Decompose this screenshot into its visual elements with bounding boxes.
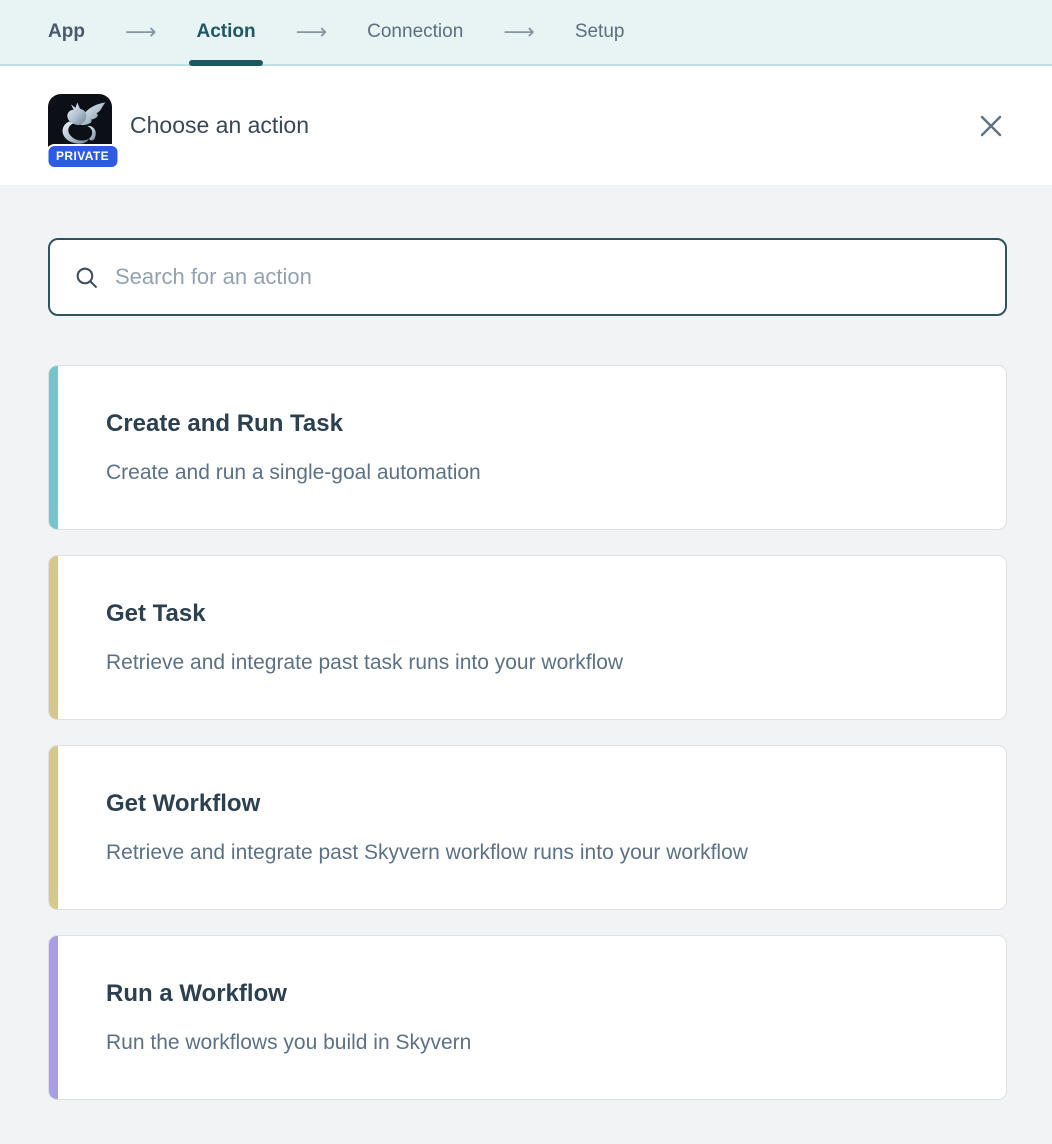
close-icon[interactable] [974, 109, 1008, 143]
breadcrumb-step-label: Setup [575, 21, 625, 43]
page-title: Choose an action [130, 112, 309, 139]
card-accent-stripe [49, 556, 58, 719]
action-list: Create and Run Task Create and run a sin… [48, 365, 1007, 1100]
private-badge: PRIVATE [46, 144, 119, 169]
action-description: Run the workflows you build in Skyvern [106, 1031, 986, 1055]
breadcrumb-step-connection[interactable]: Connection [367, 0, 463, 64]
action-title: Run a Workflow [106, 980, 986, 1008]
card-accent-stripe [49, 936, 58, 1099]
arrow-right-icon: ⟶ [503, 21, 535, 43]
card-accent-stripe [49, 746, 58, 909]
action-title: Get Workflow [106, 790, 986, 818]
action-card-get-task[interactable]: Get Task Retrieve and integrate past tas… [48, 555, 1007, 720]
breadcrumb-step-setup[interactable]: Setup [575, 0, 625, 64]
wizard-breadcrumb: App ⟶ Action ⟶ Connection ⟶ Setup [0, 0, 1052, 66]
breadcrumb-step-label: App [48, 21, 85, 43]
action-description: Create and run a single-goal automation [106, 461, 986, 485]
action-description: Retrieve and integrate past Skyvern work… [106, 841, 986, 865]
dialog-header: PRIVATE Choose an action [0, 66, 1052, 185]
action-description: Retrieve and integrate past task runs in… [106, 651, 986, 675]
action-title: Create and Run Task [106, 410, 986, 438]
app-icon-wrap: PRIVATE [48, 94, 112, 158]
search-input[interactable] [115, 264, 981, 290]
action-title: Get Task [106, 600, 986, 628]
action-card-create-and-run-task[interactable]: Create and Run Task Create and run a sin… [48, 365, 1007, 530]
search-box[interactable] [48, 238, 1007, 316]
action-chooser-body: Create and Run Task Create and run a sin… [0, 185, 1052, 1100]
arrow-right-icon: ⟶ [125, 21, 157, 43]
action-card-run-a-workflow[interactable]: Run a Workflow Run the workflows you bui… [48, 935, 1007, 1100]
action-card-get-workflow[interactable]: Get Workflow Retrieve and integrate past… [48, 745, 1007, 910]
card-accent-stripe [49, 366, 58, 529]
breadcrumb-step-label: Connection [367, 21, 463, 43]
arrow-right-icon: ⟶ [296, 21, 328, 43]
breadcrumb-step-label: Action [196, 21, 255, 43]
breadcrumb-step-action[interactable]: Action [196, 0, 255, 64]
breadcrumb-step-app[interactable]: App [48, 0, 85, 64]
search-icon [74, 265, 99, 290]
